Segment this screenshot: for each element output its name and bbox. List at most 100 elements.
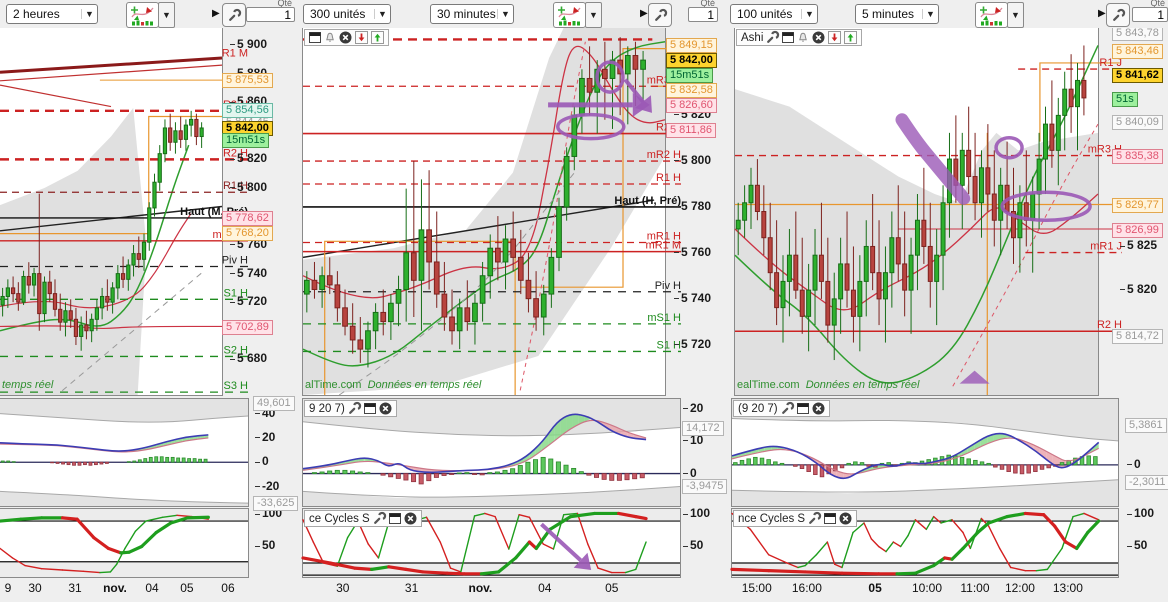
macd-pane-header-title: 9 20 7) — [309, 402, 345, 415]
x-axis-tick: 30 — [336, 581, 350, 595]
stochastic-axis-tick: 100 — [683, 506, 710, 520]
close-icon[interactable] — [839, 512, 852, 525]
indicator-style-button[interactable] — [975, 2, 1008, 28]
wrench-icon[interactable] — [373, 511, 386, 525]
timeframe-value: 5 minutes — [862, 7, 915, 21]
wrench-icon[interactable] — [781, 401, 794, 415]
quantity-input[interactable] — [246, 7, 295, 22]
chart-panel-right: R1 JmR3 HmR1 J R2 H Ashi ealTime.com Donnée… — [720, 0, 1168, 602]
indicator-extreme-label: 5,3861 — [1125, 417, 1167, 433]
quantity-widget: Qté — [246, 0, 295, 28]
stochastic-axis-tick: 50 — [683, 538, 703, 552]
close-icon[interactable] — [812, 402, 825, 415]
x-axis-tick: nov. — [103, 581, 127, 595]
bar-countdown-label: 15m51s — [222, 132, 270, 148]
macd-axis-tick: -20 — [255, 479, 279, 493]
bar-countdown-label: 51s — [1112, 91, 1138, 107]
y-axis-tick: 5 680 — [230, 351, 267, 365]
stochastic-pane-header: nce Cycles S — [733, 510, 858, 527]
window-icon[interactable] — [824, 513, 837, 524]
window-icon[interactable] — [363, 403, 376, 414]
macd-pane: 9 20 7) — [302, 398, 681, 507]
bell-icon[interactable] — [324, 32, 336, 44]
arrdown-icon[interactable] — [828, 31, 842, 44]
x-axis-tick: 30 — [28, 581, 42, 595]
indicator-style-dropdown[interactable]: ▼ — [585, 2, 602, 28]
quantity-widget: Qté — [1132, 0, 1168, 28]
macd-chart[interactable] — [0, 399, 249, 506]
price-chart[interactable]: R1 JmR3 HmR1 JR2 H — [734, 28, 1122, 395]
macd-pane-header-title: (9 20 7) — [738, 402, 778, 415]
wrench-icon[interactable] — [808, 511, 822, 525]
indicator-style-dropdown[interactable]: ▼ — [1007, 2, 1024, 28]
macd-axis-tick: 0 — [255, 454, 269, 468]
close-icon[interactable] — [379, 402, 392, 415]
expand-arrow-icon[interactable]: ▶ — [640, 8, 648, 19]
y-axis-tick: 5 820 — [1120, 282, 1157, 296]
indicator-style-dropdown[interactable]: ▼ — [158, 2, 175, 28]
level-label: R1 H — [656, 172, 681, 184]
realtime-credit: ealTime.com Données en temps réel — [737, 379, 920, 391]
settings-wrench-button[interactable] — [1106, 3, 1130, 27]
chart-panel-left: R1 MR3 HR2 HR1 HHaut (M, Pré)mR1 MPiv HS… — [0, 0, 300, 602]
price-level-label: 5 826,99 — [1112, 222, 1163, 238]
timeframe-select[interactable]: 5 minutes ▼ — [855, 4, 939, 24]
y-axis-tick: 5 800 — [674, 153, 711, 167]
settings-wrench-button[interactable] — [222, 3, 246, 27]
x-axis-tick: 04 — [145, 581, 159, 595]
bell-icon[interactable] — [797, 32, 809, 44]
units-value: 100 unités — [737, 7, 793, 21]
window-icon[interactable] — [388, 513, 401, 524]
y-axis-tick: 5 800 — [230, 180, 267, 194]
realtime-credit: temps réel — [2, 379, 54, 391]
timeframe-select[interactable]: 2 heures ▼ — [6, 4, 98, 24]
indicator-style-button[interactable] — [553, 2, 586, 28]
units-select[interactable]: 100 unités ▼ — [730, 4, 818, 24]
close-icon[interactable] — [404, 512, 417, 525]
stochastic-pane-header-title: ce Cycles S — [309, 512, 370, 525]
wrench-icon[interactable] — [348, 401, 361, 415]
expand-arrow-icon[interactable]: ▶ — [1098, 8, 1106, 19]
chevron-down-icon: ▼ — [922, 9, 938, 19]
x-axis-tick: 05 — [180, 581, 194, 595]
quantity-input[interactable] — [688, 7, 718, 22]
indicator-style-button[interactable] — [126, 2, 159, 28]
timeframe-select[interactable]: 30 minutes ▼ — [430, 4, 514, 24]
arrup-icon[interactable] — [371, 31, 384, 44]
window-icon[interactable] — [309, 32, 321, 43]
window-icon[interactable] — [796, 403, 809, 414]
current-price-label: 5 841,62 — [1112, 68, 1163, 84]
price-pane: R1 JmR3 HmR1 J R2 H Ashi ealTime.com Donnée… — [734, 27, 1122, 396]
x-axis-tick: 12:00 — [1004, 581, 1035, 595]
macd-axis-tick: 0 — [1127, 457, 1141, 471]
level-label: mS1 H — [647, 312, 681, 324]
close-icon[interactable] — [812, 31, 825, 44]
x-axis-tick: 16:00 — [791, 581, 822, 595]
y-axis-tick: 5 760 — [674, 245, 711, 259]
price-chart[interactable]: R1 MR3 HR2 HR1 HHaut (M, Pré)mR1 MPiv HS… — [0, 28, 248, 395]
price-pane: mR3 HR2 HmR2 HR1 HHaut (H, Pré)mR1 HmR1 … — [302, 27, 681, 396]
price-chart[interactable]: mR3 HR2 HmR2 HR1 HHaut (H, Pré)mR1 HmR1 … — [302, 28, 681, 396]
settings-wrench-button[interactable] — [648, 3, 672, 27]
expand-arrow-icon[interactable]: ▶ — [212, 8, 220, 19]
window-icon[interactable] — [782, 32, 795, 43]
timeframe-value: 2 heures — [13, 7, 60, 21]
price-level-label: 5 854,56 — [222, 102, 273, 118]
y-axis-tick: 5 820 — [230, 151, 267, 165]
wrench-icon[interactable] — [766, 30, 780, 44]
x-axis-tick: 15:00 — [741, 581, 772, 595]
price-level-label: 5 849,15 — [666, 38, 717, 54]
price-level-label: 5 875,53 — [222, 73, 273, 89]
price-level-label: 5 768,20 — [222, 226, 273, 242]
units-select[interactable]: 300 unités ▼ — [303, 4, 391, 24]
quantity-input[interactable] — [1132, 7, 1168, 22]
indicator-extreme-label: -2,3011 — [1125, 475, 1168, 491]
stochastic-chart[interactable] — [0, 509, 248, 577]
units-value: 300 unités — [310, 7, 366, 21]
x-axis-tick: 11:00 — [960, 581, 990, 595]
arrdown-icon[interactable] — [355, 31, 368, 44]
close-icon[interactable] — [339, 31, 352, 44]
x-axis-tick: 31 — [404, 581, 419, 595]
x-axis: 30 31 nov. 04 05 — [300, 577, 720, 602]
arrup-icon[interactable] — [844, 31, 858, 44]
